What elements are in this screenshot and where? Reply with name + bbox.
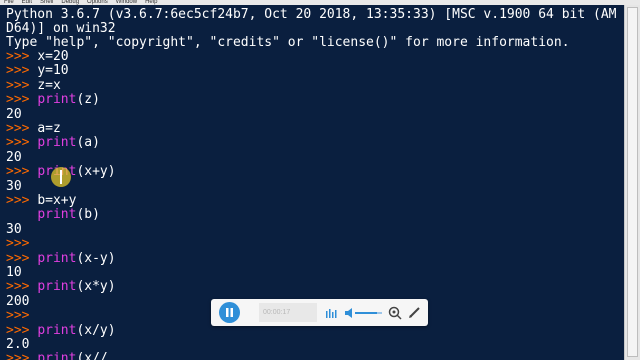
- output-line: 30: [6, 221, 22, 237]
- builtin-keyword: print: [37, 250, 77, 266]
- input-line: >>> b=x+y: [6, 194, 76, 208]
- input-line: >>> print(x/y): [6, 322, 116, 338]
- pause-button[interactable]: [219, 302, 240, 323]
- shell-prompt: >>>: [6, 236, 38, 252]
- input-line: >>> y=10: [6, 64, 69, 78]
- input-line: >>>: [6, 237, 37, 251]
- builtin-keyword: print: [37, 351, 77, 360]
- code-text: (x//: [76, 351, 108, 360]
- input-line: >>> print(z): [6, 93, 100, 107]
- input-line: >>> print(x//: [6, 352, 108, 360]
- scrollbar-thumb[interactable]: [627, 7, 638, 357]
- zoom-button[interactable]: [388, 305, 402, 320]
- banner-line-1: Python 3.6.7 (v3.6.7:6ec5cf24b7, Oct 20 …: [6, 7, 617, 22]
- input-line: >>>: [6, 309, 37, 323]
- input-line: print(b): [6, 208, 100, 222]
- input-line: >>> x=20: [6, 50, 69, 64]
- shell-prompt: >>>: [6, 77, 38, 93]
- zoom-icon: [388, 306, 402, 320]
- builtin-keyword: print: [37, 279, 77, 295]
- shell-prompt: >>>: [6, 49, 38, 64]
- builtin-keyword: print: [37, 135, 77, 151]
- banner-line-2: D64)] on win32: [6, 21, 116, 36]
- subtitle-icon: [326, 309, 337, 318]
- vertical-scrollbar[interactable]: [624, 5, 640, 360]
- code-text: (b): [76, 207, 100, 223]
- shell-prompt: >>>: [6, 63, 38, 79]
- input-line: >>> print(x-y): [6, 250, 116, 266]
- output-line: 20: [6, 149, 22, 165]
- input-line: >>> z=x: [6, 77, 61, 93]
- pen-icon: [408, 307, 420, 318]
- shell-prompt: >>>: [6, 164, 38, 180]
- code-text: (x*y): [76, 279, 116, 295]
- input-line: >>> print(a): [6, 136, 100, 150]
- code-text: x=20: [37, 49, 69, 64]
- banner-line-3: Type "help", "copyright", "credits" or "…: [6, 35, 570, 50]
- shell-prompt: >>>: [6, 322, 38, 338]
- code-text: (x+y): [76, 164, 116, 180]
- text-cursor-icon: [60, 170, 62, 184]
- shell-prompt: >>>: [6, 250, 38, 266]
- builtin-keyword: print: [37, 92, 77, 108]
- code-text: y=10: [37, 63, 69, 79]
- builtin-keyword: print: [37, 322, 77, 338]
- input-line: >>> print(x*y): [6, 280, 116, 294]
- code-text: z=x: [37, 77, 61, 93]
- output-line: 20: [6, 106, 22, 122]
- shell-prompt: >>>: [6, 92, 38, 108]
- code-text: (z): [76, 92, 100, 108]
- output-line: 10: [6, 265, 22, 280]
- code-text: a=z: [37, 121, 61, 136]
- output-line: 200: [6, 293, 30, 309]
- shell-prompt: >>>: [6, 121, 38, 136]
- pen-button[interactable]: [407, 305, 421, 320]
- pause-icon: [226, 308, 233, 317]
- code-text: b=x+y: [37, 193, 77, 208]
- output-line: 30: [6, 178, 22, 194]
- builtin-keyword: print: [37, 207, 77, 223]
- shell-prompt: [6, 207, 37, 222]
- volume-control[interactable]: [344, 305, 384, 320]
- output-line: 2.0: [6, 337, 30, 352]
- code-text: (x-y): [76, 250, 116, 266]
- code-text: (x/y): [76, 322, 116, 338]
- subtitle-button[interactable]: [324, 305, 338, 320]
- shell-prompt: >>>: [6, 279, 38, 295]
- video-player-controls: 00:00:17: [211, 299, 428, 326]
- shell-prompt: >>>: [6, 351, 38, 360]
- input-line: >>> a=z: [6, 122, 61, 136]
- shell-prompt: >>>: [6, 193, 38, 208]
- shell-prompt: >>>: [6, 135, 38, 151]
- shell-prompt: >>>: [6, 308, 38, 324]
- time-display: 00:00:17: [259, 303, 317, 322]
- code-text: (a): [76, 135, 100, 151]
- volume-icon: [345, 307, 382, 318]
